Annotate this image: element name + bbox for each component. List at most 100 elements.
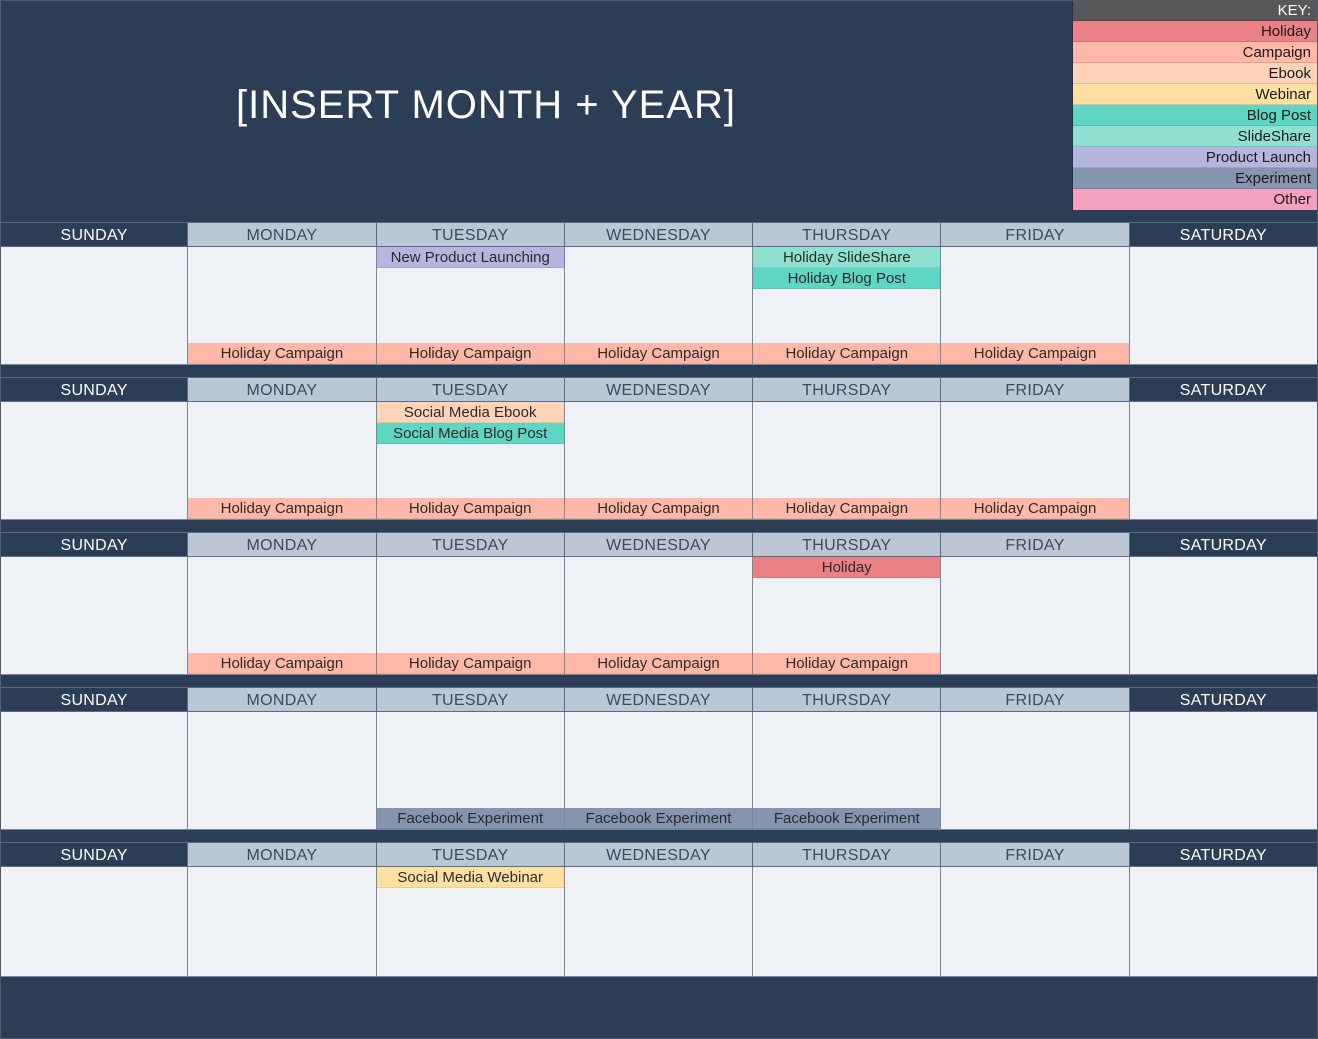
- day-header: FRIDAY: [941, 532, 1129, 557]
- day-cell[interactable]: [188, 867, 376, 977]
- event[interactable]: Holiday Campaign: [377, 343, 564, 364]
- event[interactable]: Holiday Campaign: [565, 653, 752, 674]
- day-cell[interactable]: Holiday Campaign: [188, 557, 376, 675]
- legend-item: Holiday: [1073, 21, 1318, 42]
- day-cell[interactable]: Holiday Campaign: [188, 247, 376, 365]
- day-header: WEDNESDAY: [565, 532, 753, 557]
- event-stack-bottom: Facebook Experiment: [565, 808, 752, 829]
- day-cell[interactable]: [1130, 247, 1318, 365]
- title-wrap: [INSERT MONTH + YEAR]: [0, 0, 1072, 210]
- event-stack-bottom: Holiday Campaign: [565, 498, 752, 519]
- day-cell[interactable]: Holiday Campaign: [565, 402, 753, 520]
- week: SUNDAYMONDAYTUESDAYWEDNESDAYTHURSDAYFRID…: [0, 210, 1318, 365]
- event[interactable]: Holiday Campaign: [188, 498, 375, 519]
- event[interactable]: Facebook Experiment: [753, 808, 940, 829]
- day-cell[interactable]: Facebook Experiment: [377, 712, 565, 830]
- event[interactable]: Holiday Campaign: [377, 653, 564, 674]
- day-cell[interactable]: Facebook Experiment: [565, 712, 753, 830]
- event[interactable]: New Product Launching: [377, 247, 564, 268]
- calendar-page: [INSERT MONTH + YEAR] KEY: HolidayCampai…: [0, 0, 1318, 1039]
- event-stack-top: Social Media Webinar: [377, 867, 564, 888]
- day-header: TUESDAY: [377, 842, 565, 867]
- day-header: SATURDAY: [1130, 842, 1318, 867]
- event[interactable]: Holiday Campaign: [377, 498, 564, 519]
- day-cell[interactable]: [565, 867, 753, 977]
- event[interactable]: Facebook Experiment: [377, 808, 564, 829]
- day-cell[interactable]: [1130, 712, 1318, 830]
- event[interactable]: Holiday Campaign: [188, 653, 375, 674]
- day-cell[interactable]: [0, 712, 188, 830]
- event-stack-top: Social Media EbookSocial Media Blog Post: [377, 402, 564, 444]
- event[interactable]: Holiday Campaign: [753, 653, 940, 674]
- day-cell[interactable]: [1130, 402, 1318, 520]
- week: SUNDAYMONDAYTUESDAYWEDNESDAYTHURSDAYFRID…: [0, 830, 1318, 977]
- day-body-row: Facebook ExperimentFacebook ExperimentFa…: [0, 712, 1318, 830]
- day-cell[interactable]: Social Media EbookSocial Media Blog Post…: [377, 402, 565, 520]
- day-cell[interactable]: [753, 867, 941, 977]
- event[interactable]: Social Media Webinar: [377, 867, 564, 888]
- day-cell[interactable]: [188, 712, 376, 830]
- event[interactable]: Social Media Ebook: [377, 402, 564, 423]
- day-cell[interactable]: Holiday Campaign: [941, 247, 1129, 365]
- event[interactable]: Holiday Blog Post: [753, 268, 940, 289]
- event-stack-bottom: Holiday Campaign: [188, 653, 375, 674]
- header: [INSERT MONTH + YEAR] KEY: HolidayCampai…: [0, 0, 1318, 210]
- day-cell[interactable]: Holiday Campaign: [753, 402, 941, 520]
- event[interactable]: Holiday Campaign: [941, 498, 1128, 519]
- event[interactable]: Holiday Campaign: [941, 343, 1128, 364]
- event[interactable]: Holiday Campaign: [753, 498, 940, 519]
- day-header: MONDAY: [188, 687, 376, 712]
- day-cell[interactable]: [0, 867, 188, 977]
- day-header: THURSDAY: [753, 532, 941, 557]
- day-cell[interactable]: [941, 712, 1129, 830]
- day-header-row: SUNDAYMONDAYTUESDAYWEDNESDAYTHURSDAYFRID…: [0, 377, 1318, 402]
- event-stack-bottom: Holiday Campaign: [377, 653, 564, 674]
- legend-item: Campaign: [1073, 42, 1318, 63]
- legend-item: Webinar: [1073, 84, 1318, 105]
- day-cell[interactable]: [0, 247, 188, 365]
- legend-item: Ebook: [1073, 63, 1318, 84]
- event[interactable]: Holiday Campaign: [565, 343, 752, 364]
- event-stack-bottom: Holiday Campaign: [753, 498, 940, 519]
- day-cell[interactable]: Holiday Campaign: [565, 557, 753, 675]
- day-cell[interactable]: Holiday SlideShareHoliday Blog Post Holid…: [753, 247, 941, 365]
- event[interactable]: Holiday Campaign: [565, 498, 752, 519]
- day-header: TUESDAY: [377, 222, 565, 247]
- event-stack-bottom: Holiday Campaign: [941, 498, 1128, 519]
- day-header: MONDAY: [188, 377, 376, 402]
- day-header: MONDAY: [188, 222, 376, 247]
- day-cell[interactable]: New Product Launching Holiday Campaign: [377, 247, 565, 365]
- event[interactable]: Holiday Campaign: [753, 343, 940, 364]
- day-cell[interactable]: Holiday Campaign: [941, 402, 1129, 520]
- event-stack-bottom: Holiday Campaign: [565, 653, 752, 674]
- page-title: [INSERT MONTH + YEAR]: [236, 83, 836, 128]
- day-cell[interactable]: [1130, 867, 1318, 977]
- day-header: WEDNESDAY: [565, 377, 753, 402]
- event-stack-top: New Product Launching: [377, 247, 564, 268]
- week: SUNDAYMONDAYTUESDAYWEDNESDAYTHURSDAYFRID…: [0, 675, 1318, 830]
- day-cell[interactable]: [0, 402, 188, 520]
- event-stack-bottom: Holiday Campaign: [188, 343, 375, 364]
- day-cell[interactable]: Social Media Webinar: [377, 867, 565, 977]
- day-cell[interactable]: [941, 867, 1129, 977]
- day-cell[interactable]: [941, 557, 1129, 675]
- day-cell[interactable]: Facebook Experiment: [753, 712, 941, 830]
- day-cell[interactable]: [0, 557, 188, 675]
- day-cell[interactable]: Holiday Campaign: [377, 557, 565, 675]
- event[interactable]: Facebook Experiment: [565, 808, 752, 829]
- day-cell[interactable]: Holiday Campaign: [565, 247, 753, 365]
- day-body-row: Holiday CampaignSocial Media EbookSocial…: [0, 402, 1318, 520]
- day-header: SUNDAY: [0, 377, 188, 402]
- event[interactable]: Holiday: [753, 557, 940, 578]
- day-cell[interactable]: [1130, 557, 1318, 675]
- event[interactable]: Social Media Blog Post: [377, 423, 564, 444]
- event[interactable]: Holiday SlideShare: [753, 247, 940, 268]
- day-header: TUESDAY: [377, 532, 565, 557]
- event[interactable]: Holiday Campaign: [188, 343, 375, 364]
- day-cell[interactable]: Holiday Holiday Campaign: [753, 557, 941, 675]
- event-stack-bottom: Holiday Campaign: [188, 498, 375, 519]
- day-header: TUESDAY: [377, 687, 565, 712]
- day-header: FRIDAY: [941, 377, 1129, 402]
- day-cell[interactable]: Holiday Campaign: [188, 402, 376, 520]
- day-header: FRIDAY: [941, 222, 1129, 247]
